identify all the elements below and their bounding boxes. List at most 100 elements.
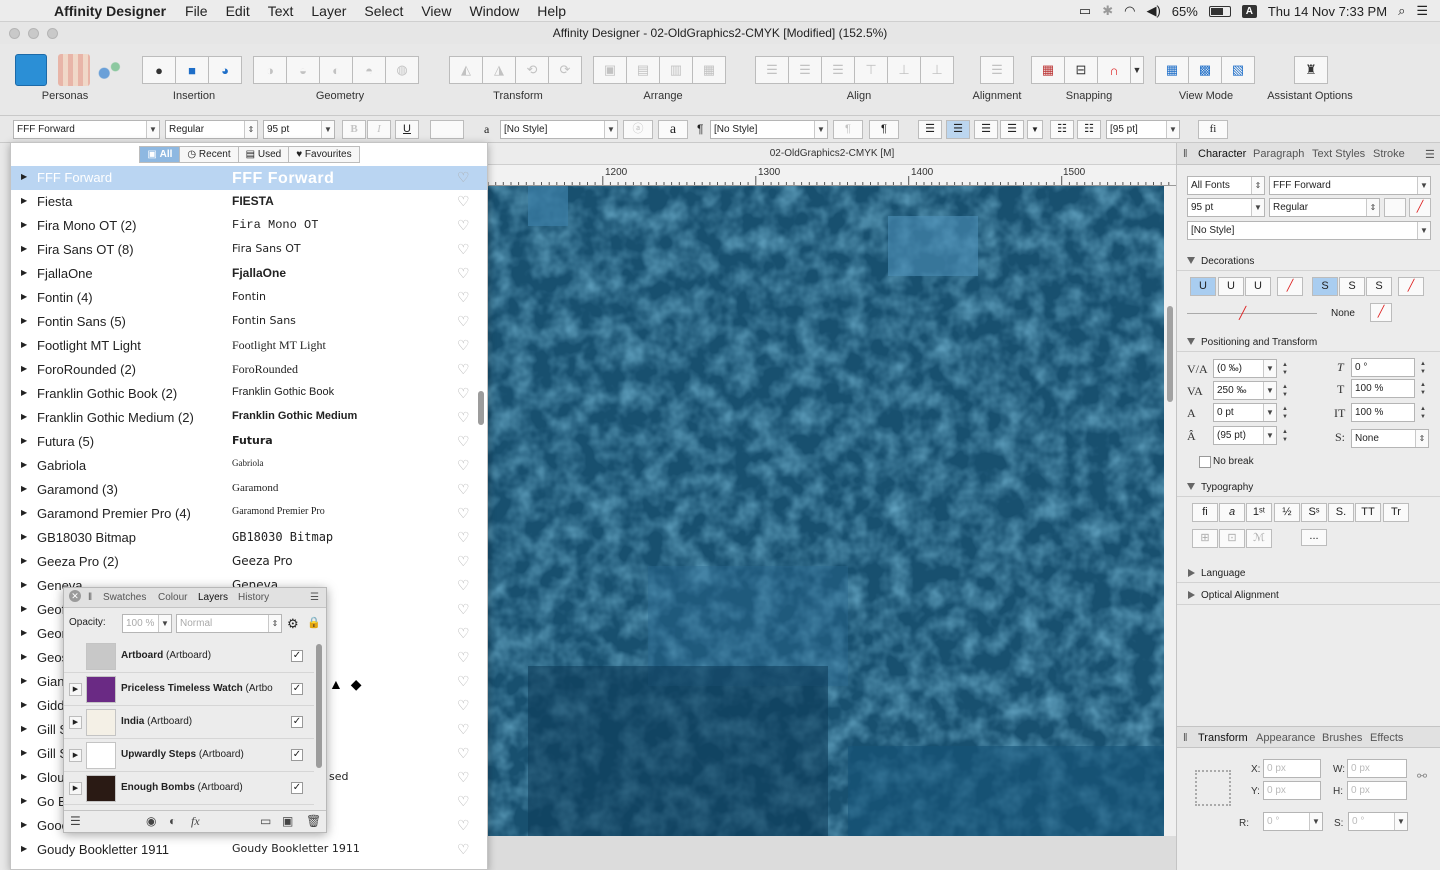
- move-to-front-button[interactable]: ▦: [692, 56, 726, 84]
- decoration-line-slider[interactable]: [1187, 313, 1317, 314]
- char-leading-field[interactable]: (95 pt) ▼: [1213, 426, 1277, 445]
- apply-char-style-button[interactable]: a: [658, 120, 688, 139]
- expand-layer-icon[interactable]: ▶: [69, 782, 82, 795]
- trash-icon[interactable]: 🗑: [306, 814, 321, 828]
- character-font-dropdown[interactable]: FFF Forward ▼: [1269, 176, 1431, 195]
- zoom-window-icon[interactable]: [47, 28, 58, 39]
- export-persona-icon[interactable]: [93, 54, 125, 86]
- layer-visibility-checkbox[interactable]: ✓: [291, 782, 303, 794]
- font-list-item[interactable]: ▶ Futura (5) Futura ♡: [11, 430, 487, 454]
- character-style-dropdown[interactable]: [No Style] ▼: [500, 120, 618, 139]
- expand-triangle-icon[interactable]: ▶: [21, 604, 27, 613]
- font-family-dropdown[interactable]: FFF Forward ▼: [13, 120, 160, 139]
- text-align-dropdown[interactable]: ▼: [1027, 120, 1043, 139]
- expand-triangle-icon[interactable]: ▶: [21, 676, 27, 685]
- subtract-geometry-button[interactable]: ◒: [286, 56, 320, 84]
- kerning-field[interactable]: (0 ‰) ▼: [1213, 359, 1277, 378]
- font-size-dropdown[interactable]: 95 pt ▼: [263, 120, 335, 139]
- close-panel-icon[interactable]: ✕: [69, 590, 81, 602]
- layer-visibility-checkbox[interactable]: ✓: [291, 683, 303, 695]
- expand-layer-icon[interactable]: ▶: [69, 683, 82, 696]
- anchor-point-selector[interactable]: [1195, 770, 1231, 806]
- align-text-left-button[interactable]: ☰: [918, 120, 942, 139]
- favourite-heart-icon[interactable]: ♡: [457, 433, 470, 450]
- lock-icon[interactable]: 🔒: [307, 616, 321, 629]
- favourite-heart-icon[interactable]: ♡: [457, 697, 470, 714]
- typo-alt2-button[interactable]: ⊡: [1219, 529, 1245, 548]
- link-icon[interactable]: ⚯: [1417, 769, 1427, 783]
- typo-fraction-button[interactable]: ½: [1274, 503, 1300, 522]
- favourite-heart-icon[interactable]: ♡: [457, 337, 470, 354]
- typo-subscript-button[interactable]: S.: [1328, 503, 1354, 522]
- menu-window[interactable]: Window: [460, 3, 528, 19]
- font-collection-dropdown[interactable]: All Fonts ⇕: [1187, 176, 1265, 195]
- section-positioning[interactable]: Positioning and Transform: [1177, 333, 1440, 352]
- font-list-item[interactable]: ▶ FFF Forward FFF Forward ♡: [11, 166, 487, 190]
- expand-triangle-icon[interactable]: ▶: [21, 748, 27, 757]
- volume-icon[interactable]: ◀): [1146, 3, 1160, 19]
- airplay-icon[interactable]: ▭: [1079, 3, 1091, 19]
- character-style-weight-dropdown[interactable]: Regular ⇕: [1269, 198, 1380, 217]
- notification-center-icon[interactable]: ☰: [1416, 3, 1428, 19]
- move-back-one-button[interactable]: ▤: [626, 56, 660, 84]
- w-field[interactable]: 0 px: [1347, 759, 1407, 778]
- effects-icon[interactable]: fx: [191, 814, 200, 829]
- font-list-item[interactable]: ▶ Goudy Bookletter 1911 Goudy Bookletter 1…: [11, 838, 487, 862]
- y-field[interactable]: 0 px: [1263, 781, 1321, 800]
- divide-geometry-button[interactable]: ◍: [385, 56, 419, 84]
- typo-superscript-button[interactable]: Sˢ: [1301, 503, 1327, 522]
- typo-alt3-button[interactable]: ℳ: [1246, 529, 1272, 548]
- tab-transform[interactable]: Transform: [1198, 732, 1248, 744]
- font-list-item[interactable]: ▶ Garamond (3) Garamond ♡: [11, 478, 487, 502]
- add-pixel-layer-icon[interactable]: ▣: [282, 814, 293, 828]
- strike-color-none[interactable]: ╱: [1398, 277, 1424, 296]
- document-tab[interactable]: 02-OldGraphics2-CMYK [M]: [488, 143, 1176, 165]
- tab-effects[interactable]: Effects: [1370, 732, 1403, 744]
- horizontal-scale-field[interactable]: 100 %: [1351, 379, 1415, 398]
- expand-triangle-icon[interactable]: ▶: [21, 388, 27, 397]
- snapping-grid-button[interactable]: ▦: [1031, 56, 1065, 84]
- tracking-stepper[interactable]: ▲ ▼: [1281, 383, 1289, 400]
- favourite-heart-icon[interactable]: ♡: [457, 289, 470, 306]
- menu-help[interactable]: Help: [528, 3, 575, 19]
- ligatures-button[interactable]: fi: [1198, 120, 1228, 139]
- clear-char-style-button[interactable]: ⓐ: [623, 120, 653, 139]
- favourite-heart-icon[interactable]: ♡: [457, 409, 470, 426]
- opacity-field[interactable]: 100 % ▼: [122, 614, 172, 633]
- expand-triangle-icon[interactable]: ▶: [21, 508, 27, 517]
- assistant-butler-icon[interactable]: ♜: [1294, 56, 1328, 84]
- expand-triangle-icon[interactable]: ▶: [21, 700, 27, 709]
- superscript-dropdown[interactable]: None ⇕: [1351, 429, 1429, 448]
- insert-top-button[interactable]: ◕: [208, 56, 242, 84]
- typo-ordinal-button[interactable]: 1ˢᵗ: [1246, 503, 1272, 522]
- layer-visibility-checkbox[interactable]: ✓: [291, 650, 303, 662]
- view-pixel-button[interactable]: ▦: [1155, 56, 1189, 84]
- expand-triangle-icon[interactable]: ▶: [21, 796, 27, 805]
- section-decorations[interactable]: Decorations: [1177, 252, 1440, 271]
- menu-layer[interactable]: Layer: [302, 3, 355, 19]
- layers-stack-icon[interactable]: ☰: [70, 814, 81, 828]
- tab-paragraph[interactable]: Paragraph: [1253, 148, 1304, 160]
- expand-layer-icon[interactable]: ▶: [69, 749, 82, 762]
- add-layer-icon[interactable]: ▭: [260, 814, 271, 828]
- expand-triangle-icon[interactable]: ▶: [21, 532, 27, 541]
- h-field[interactable]: 0 px: [1347, 781, 1407, 800]
- justify-text-button[interactable]: ☰: [1000, 120, 1024, 139]
- layer-row[interactable]: ▶ India (Artboard) ✓: [64, 706, 314, 739]
- tab-text-styles[interactable]: Text Styles: [1312, 148, 1365, 160]
- view-retina-button[interactable]: ▩: [1188, 56, 1222, 84]
- favourite-heart-icon[interactable]: ♡: [457, 361, 470, 378]
- typo-ligatures-button[interactable]: ﬁ: [1192, 503, 1218, 522]
- expand-triangle-icon[interactable]: ▶: [21, 316, 27, 325]
- menu-select[interactable]: Select: [355, 3, 412, 19]
- layer-row[interactable]: ▶ Enough Bombs (Artboard) ✓: [64, 772, 314, 805]
- blend-mode-dropdown[interactable]: Normal ⇕: [176, 614, 282, 633]
- menu-file[interactable]: File: [176, 3, 217, 19]
- menu-edit[interactable]: Edit: [217, 3, 259, 19]
- clear-para-style-button[interactable]: ¶: [833, 120, 863, 139]
- favourite-heart-icon[interactable]: ♡: [457, 769, 470, 786]
- flip-horizontal-button[interactable]: ◭: [449, 56, 483, 84]
- favourite-heart-icon[interactable]: ♡: [457, 505, 470, 522]
- font-list-item[interactable]: ▶ Fiesta FIESTA ♡: [11, 190, 487, 214]
- filter-favourites[interactable]: ♥ Favourites: [288, 146, 360, 163]
